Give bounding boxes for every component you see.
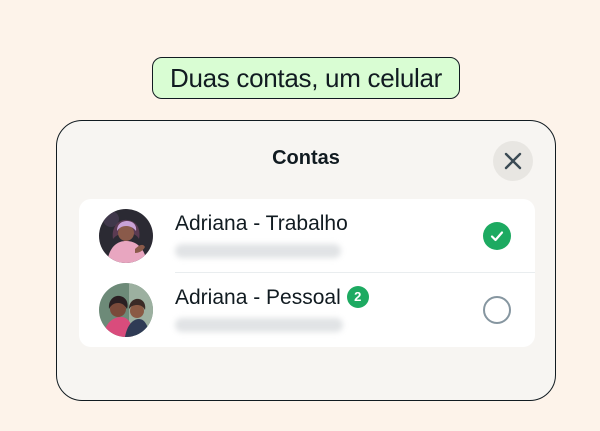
selected-check-icon[interactable] xyxy=(483,222,511,250)
accounts-sheet: Contas Adriana - Trabalho Adriana - Pess… xyxy=(56,120,556,401)
app-screen: Duas contas, um celular Contas Adriana -… xyxy=(0,0,600,431)
avatar xyxy=(99,209,153,263)
phone-number-redacted xyxy=(175,318,343,332)
close-button[interactable] xyxy=(493,141,533,181)
phone-number-redacted xyxy=(175,244,341,258)
account-name: Adriana - Pessoal 2 xyxy=(175,286,369,310)
account-row-work[interactable]: Adriana - Trabalho xyxy=(79,199,535,273)
account-name-text: Adriana - Trabalho xyxy=(175,212,348,235)
headline-text: Duas contas, um celular xyxy=(169,62,442,93)
unread-badge: 2 xyxy=(346,286,369,308)
account-row-personal[interactable]: Adriana - Pessoal 2 xyxy=(79,273,535,347)
avatar xyxy=(99,283,153,337)
accounts-list: Adriana - Trabalho Adriana - Pessoal 2 xyxy=(79,199,535,347)
account-name: Adriana - Trabalho xyxy=(175,212,348,236)
account-name-text: Adriana - Pessoal xyxy=(175,286,341,309)
unselected-radio-icon[interactable] xyxy=(483,296,511,324)
headline-banner: Duas contas, um celular xyxy=(152,57,460,99)
close-icon xyxy=(504,152,522,170)
sheet-title: Contas xyxy=(272,147,340,169)
